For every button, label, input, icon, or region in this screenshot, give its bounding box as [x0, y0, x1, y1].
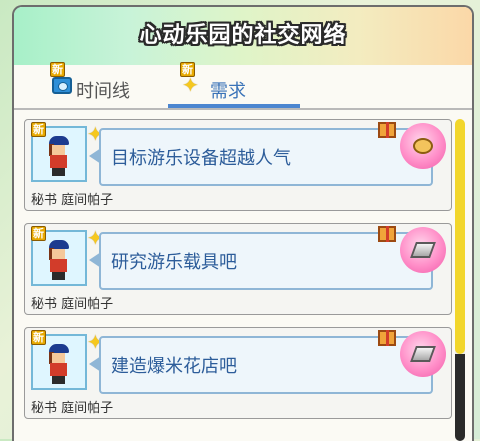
- secretary-portrait: [47, 136, 71, 176]
- secretary-portrait: [47, 240, 71, 280]
- new-badge: 新: [180, 62, 195, 77]
- metal-icon: [410, 242, 436, 258]
- camera-icon: [52, 77, 72, 94]
- title-bar: 心动乐园的社交网络: [14, 7, 472, 65]
- tab-divider: [14, 108, 472, 110]
- tab-label: 时间线: [76, 81, 130, 102]
- sparkle-icon: ✦: [182, 73, 199, 97]
- gift-icon: [378, 122, 396, 138]
- reward-button[interactable]: [400, 123, 446, 169]
- request-text: 研究游乐载具吧: [111, 252, 237, 273]
- reward-button[interactable]: [400, 331, 446, 377]
- gift-icon: [378, 226, 396, 242]
- new-badge: 新: [31, 226, 46, 241]
- list-item[interactable]: 新 ✦ 建造爆米花店吧 秘书 庭间帕子: [24, 327, 452, 419]
- metal-icon: [410, 346, 436, 362]
- new-badge: 新: [31, 122, 46, 137]
- request-list: 新 ✦ 目标游乐设备超越人气 秘书 庭间帕子 新 ✦ 研究游乐载具吧 秘书 庭间…: [24, 119, 452, 441]
- food-icon: [413, 138, 433, 154]
- gift-icon: [378, 330, 396, 346]
- social-network-window: 心动乐园的社交网络 新 时间线 ✦ 新 需求 新 ✦ 目标游乐设备超越人气 秘书…: [12, 5, 474, 441]
- scroll-track-end: [455, 354, 465, 441]
- reward-button[interactable]: [400, 227, 446, 273]
- secretary-portrait: [47, 344, 71, 384]
- window-title: 心动乐园的社交网络: [139, 23, 347, 48]
- requester-name: 秘书 庭间帕子: [31, 401, 114, 416]
- tab-label: 需求: [210, 81, 246, 102]
- new-badge: 新: [31, 330, 46, 345]
- request-text: 建造爆米花店吧: [111, 356, 237, 377]
- list-item[interactable]: 新 ✦ 目标游乐设备超越人气 秘书 庭间帕子: [24, 119, 452, 211]
- list-item[interactable]: 新 ✦ 研究游乐载具吧 秘书 庭间帕子: [24, 223, 452, 315]
- scroll-thumb[interactable]: [455, 119, 465, 354]
- new-badge: 新: [50, 62, 65, 77]
- request-text: 目标游乐设备超越人气: [111, 148, 291, 169]
- scrollbar[interactable]: [455, 119, 465, 441]
- tab-timeline[interactable]: 新 时间线: [32, 62, 172, 110]
- requester-name: 秘书 庭间帕子: [31, 193, 114, 208]
- tab-needs[interactable]: ✦ 新 需求: [164, 62, 314, 110]
- tab-bar: 新 时间线 ✦ 新 需求: [14, 62, 472, 110]
- requester-name: 秘书 庭间帕子: [31, 297, 114, 312]
